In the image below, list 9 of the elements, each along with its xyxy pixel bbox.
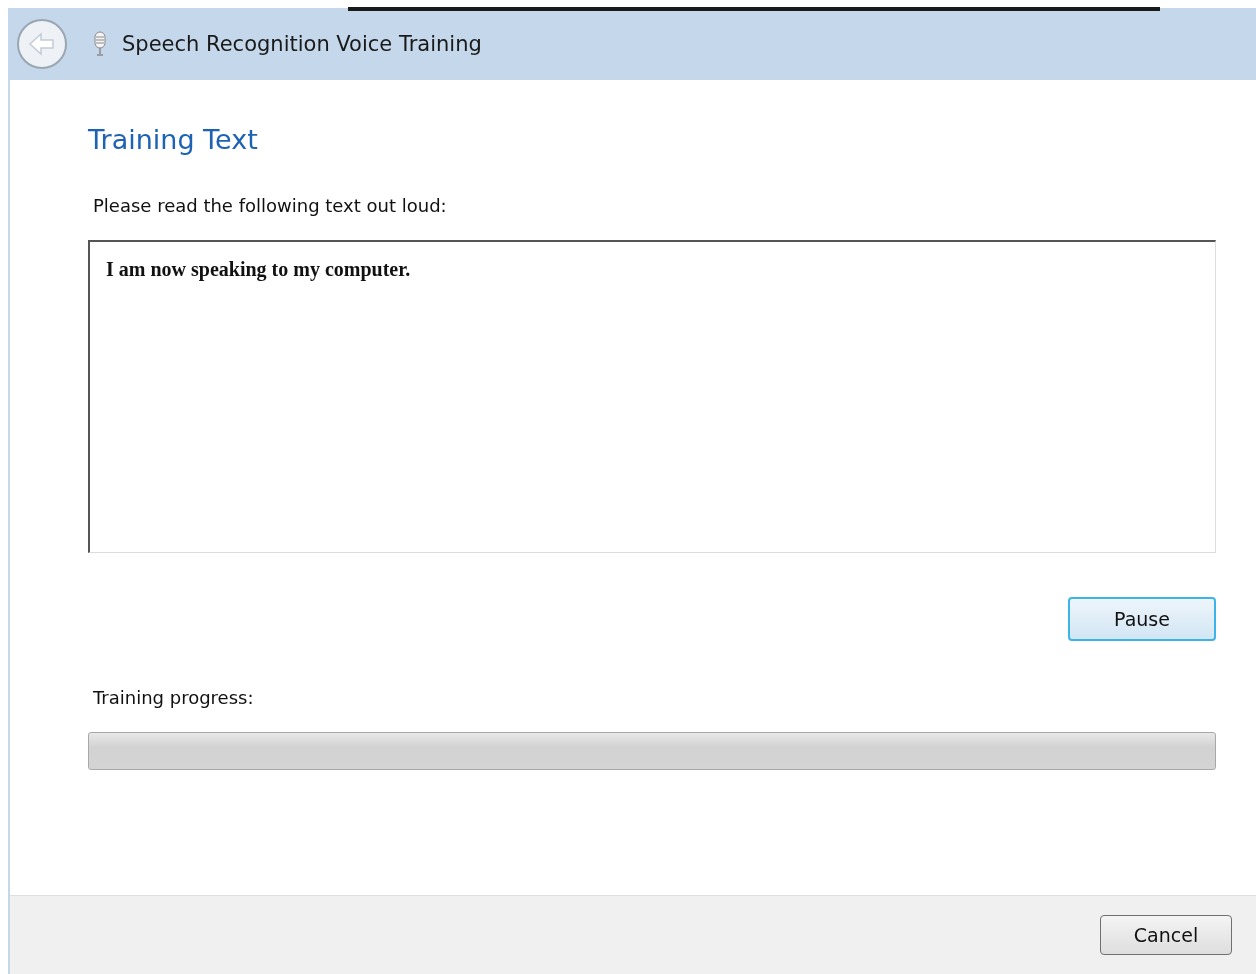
- pause-button[interactable]: Pause: [1068, 597, 1216, 641]
- instruction-text: Please read the following text out loud:: [93, 195, 448, 216]
- window-title: Speech Recognition Voice Training: [122, 32, 482, 56]
- progress-label: Training progress:: [93, 687, 255, 708]
- back-button[interactable]: [16, 18, 68, 70]
- page-heading: Training Text: [88, 124, 259, 155]
- cancel-button[interactable]: Cancel: [1100, 915, 1232, 955]
- training-text: I am now speaking to my computer.: [106, 258, 411, 280]
- microphone-icon: [92, 31, 108, 57]
